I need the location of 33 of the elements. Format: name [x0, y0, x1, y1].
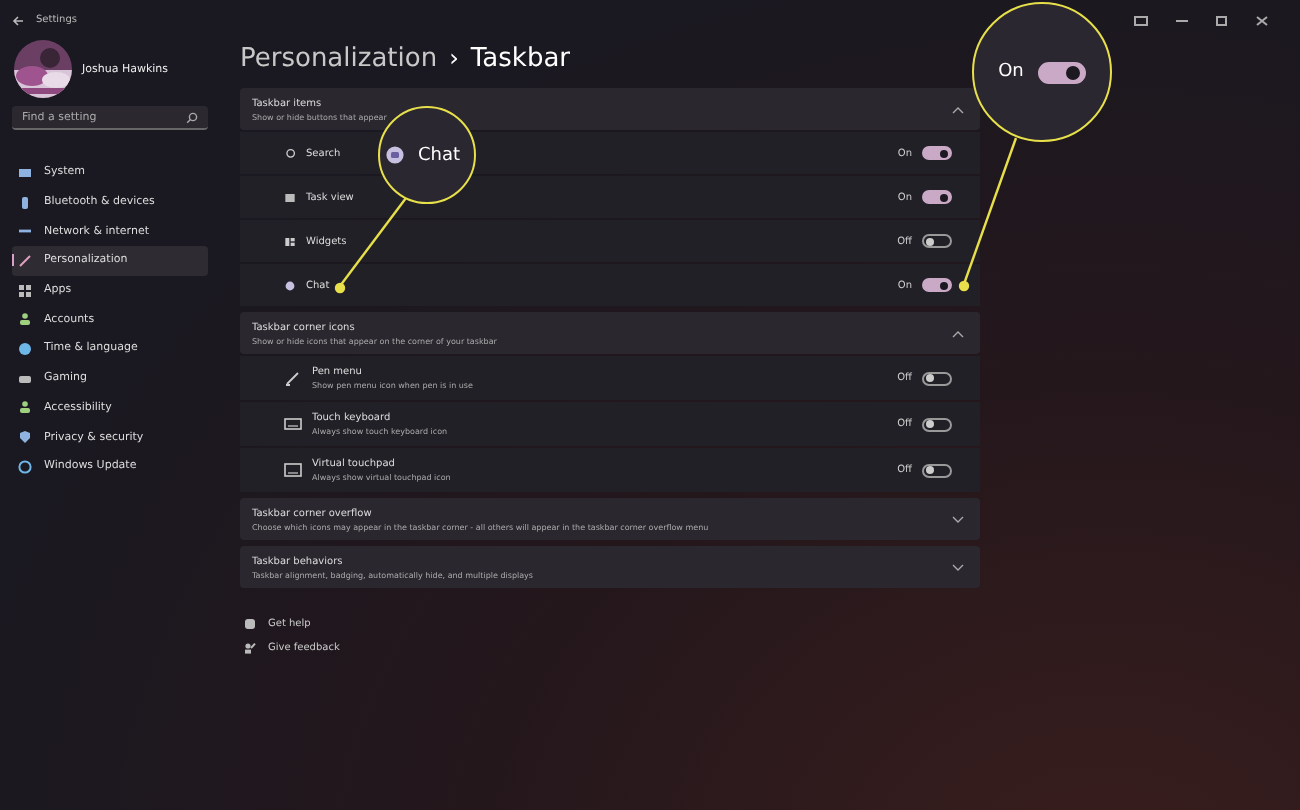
minimize-icon[interactable] — [1176, 15, 1188, 25]
nav-icon — [18, 283, 32, 298]
setting-icon — [284, 147, 296, 159]
setting-icon — [284, 416, 302, 432]
toggle-status: On — [998, 62, 1024, 82]
callout-label: Chat — [417, 145, 461, 165]
chat-icon — [385, 146, 404, 164]
toggle-switch[interactable] — [922, 234, 952, 248]
toggle-switch[interactable] — [922, 190, 952, 204]
breadcrumb-parent[interactable]: Personalization — [240, 43, 438, 73]
search-icon — [186, 112, 198, 124]
maximize-icon[interactable] — [1216, 15, 1228, 25]
setting-icon — [284, 370, 302, 386]
close-icon[interactable] — [1256, 15, 1268, 25]
callout-dot — [334, 282, 346, 294]
toggle-switch[interactable] — [922, 417, 952, 431]
nav-icon — [18, 312, 32, 327]
back-icon[interactable] — [12, 15, 24, 25]
toggle-switch[interactable] — [922, 463, 952, 477]
setting-icon — [284, 279, 296, 291]
setting-icon — [284, 191, 296, 203]
feedback-icon — [244, 642, 256, 654]
callout-dot — [958, 280, 970, 292]
help-icon — [244, 618, 256, 630]
page-title: Taskbar — [470, 43, 571, 73]
toggle-switch[interactable] — [922, 278, 952, 292]
snap-icon[interactable] — [1134, 15, 1148, 25]
toggle-switch[interactable] — [922, 371, 952, 385]
toggle-switch[interactable] — [922, 146, 952, 160]
nav-icon — [18, 400, 32, 415]
setting-icon — [284, 462, 302, 478]
breadcrumb-separator: › — [449, 44, 459, 72]
setting-icon — [284, 235, 296, 247]
